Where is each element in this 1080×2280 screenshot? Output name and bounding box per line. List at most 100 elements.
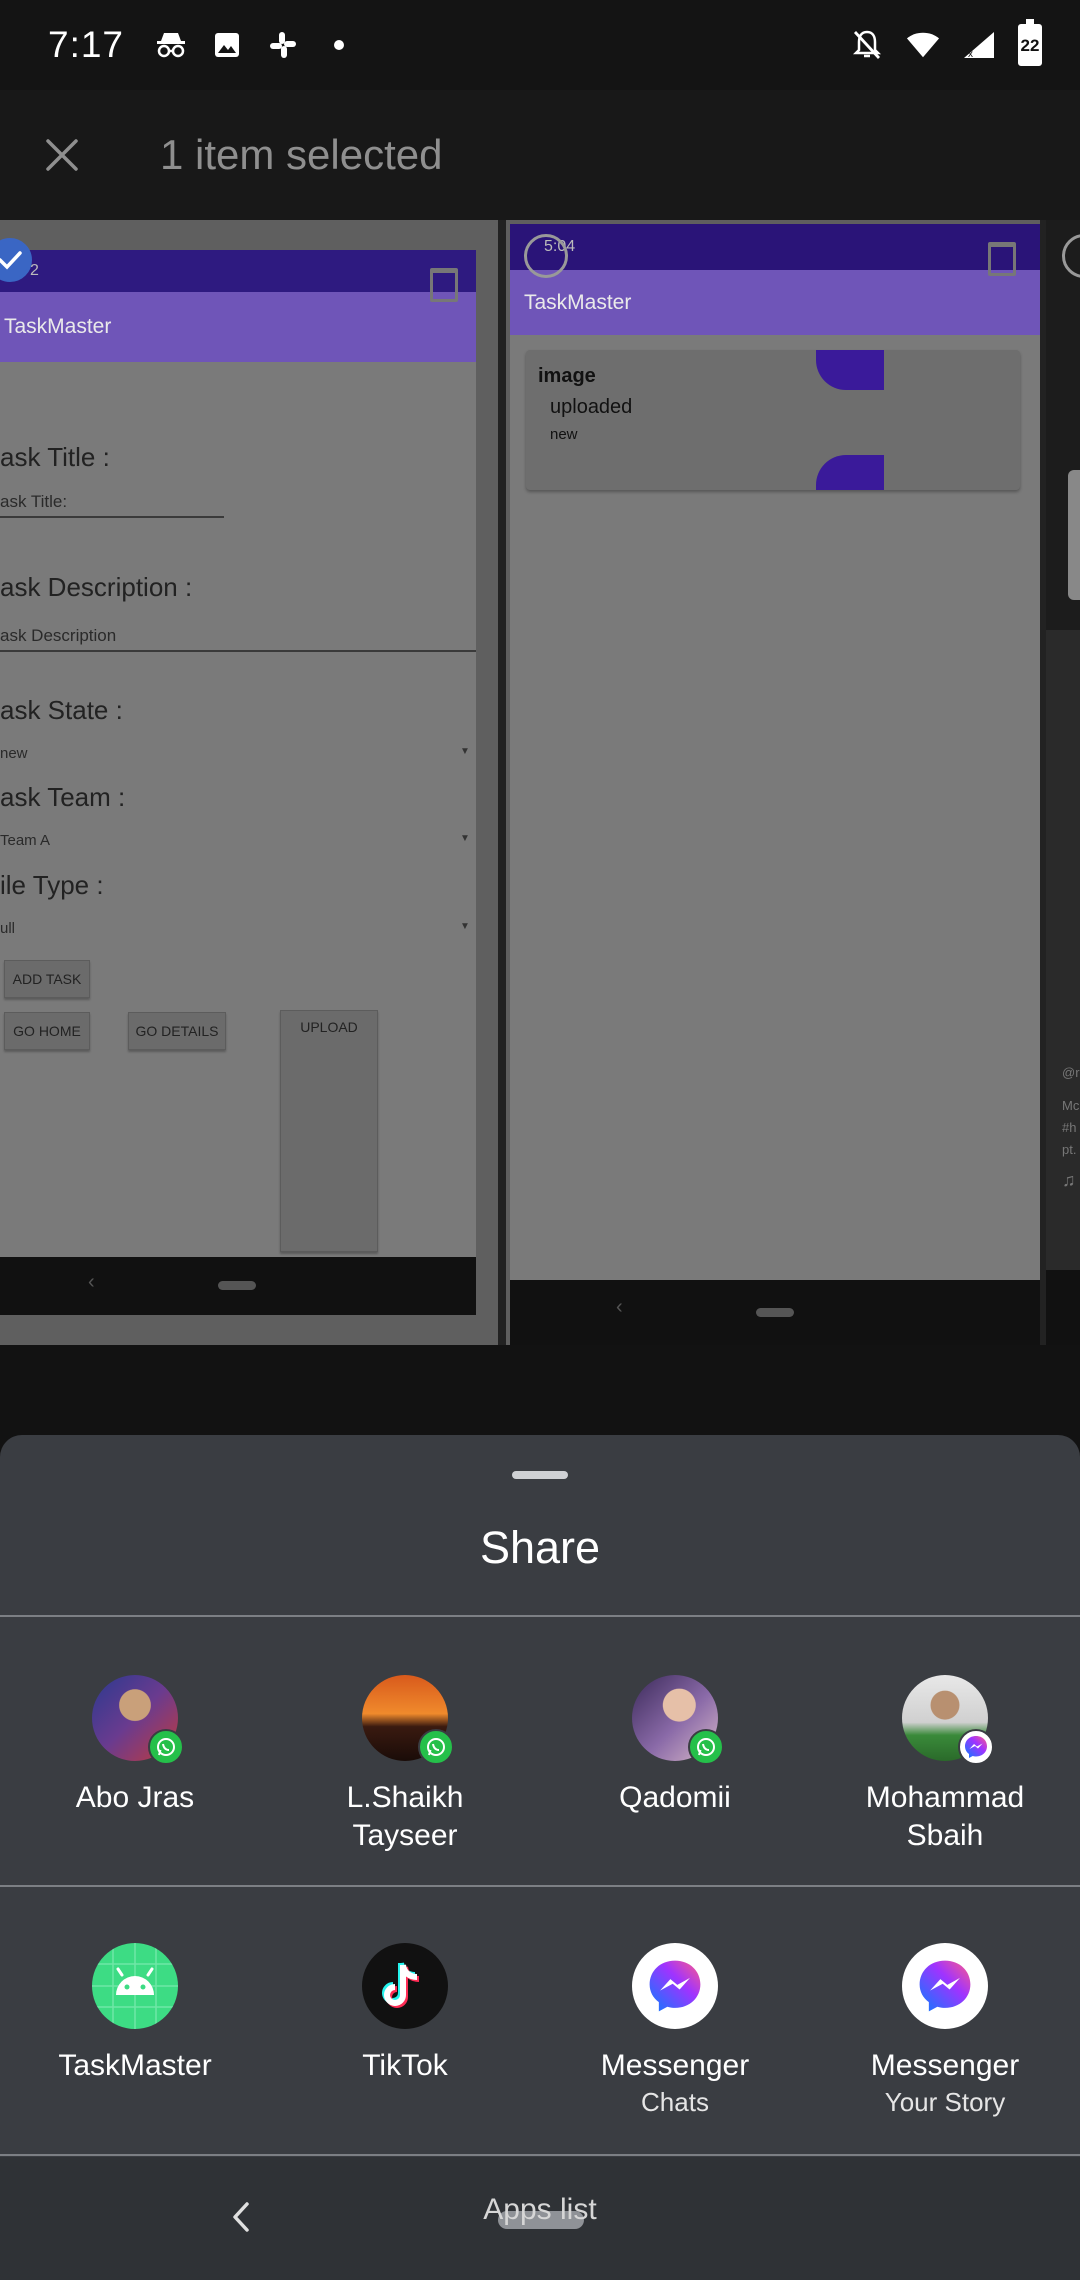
task-title-underline: [0, 516, 224, 518]
share-target-name: Mohammad Sbaih: [810, 1779, 1080, 1855]
status-time: 7:17: [48, 24, 125, 65]
card-status: uploaded: [550, 396, 633, 418]
divider: [0, 1615, 1080, 1617]
file-type-dropdown-icon: ▼: [460, 921, 470, 932]
share-target-qadomii[interactable]: Qadomii: [540, 1675, 810, 1817]
peek-music-icon: ♫: [1062, 1170, 1076, 1190]
share-target-mohammad-sbaih[interactable]: Mohammad Sbaih: [810, 1675, 1080, 1855]
status-bar: 7:17 x 22: [0, 0, 1080, 90]
task-state-dropdown-icon: ▼: [460, 746, 470, 757]
card-thumbnail-bottom: [816, 455, 884, 490]
share-app-subtitle: Chats: [641, 2087, 709, 2117]
add-task-button: ADD TASK: [4, 960, 90, 998]
mini-status-bar: 2: [0, 250, 476, 292]
card-state: new: [550, 426, 578, 443]
peek-text-1: @r: [1062, 1065, 1080, 1080]
task-title-label: ask Title :: [0, 442, 110, 472]
share-target-name: Qadomii: [619, 1781, 731, 1814]
share-target-abo-jras[interactable]: Abo Jras: [0, 1675, 270, 1817]
share-app-name: TaskMaster: [58, 2049, 212, 2082]
selection-toolbar: 1 item selected: [0, 90, 1080, 220]
avatar: [92, 1675, 184, 1765]
file-type-value: ull: [0, 920, 16, 937]
tiktok-icon: [362, 1943, 448, 2029]
screenshot-gallery[interactable]: 2 TaskMaster ask Title : ask Title: ask …: [0, 220, 1080, 1345]
screenshot-thumbnail-3[interactable]: @r Mc #h pt. ♫: [1046, 220, 1080, 1345]
battery-level: 22: [1020, 36, 1040, 55]
task-description-underline: [0, 650, 476, 652]
svg-text:x: x: [968, 49, 973, 60]
share-target-name-line2: Sbaih: [906, 1819, 984, 1852]
card-thumbnail-top: [816, 350, 884, 390]
task-state-value: new: [0, 745, 28, 762]
share-target-name: Abo Jras: [75, 1781, 195, 1814]
signal-icon: x: [962, 28, 996, 62]
share-app-name: TikTok: [362, 2049, 448, 2082]
share-app-messenger-your-story[interactable]: Messenger Your Story: [810, 1943, 1080, 2119]
messenger-icon: [902, 1943, 988, 2029]
share-target-name: L.Shaikh Tayseer: [270, 1779, 540, 1855]
whatsapp-icon: [148, 1729, 184, 1765]
peek-text-3: #h: [1062, 1120, 1077, 1135]
android-icon: [92, 1943, 178, 2029]
messenger-icon: [632, 1943, 718, 2029]
avatar: [362, 1675, 454, 1765]
battery-icon: 22: [1018, 19, 1042, 66]
peek-text-4: pt.: [1062, 1142, 1077, 1157]
navigation-bar: Apps list: [0, 2157, 1080, 2280]
share-target-l-shaikh-tayseer[interactable]: L.Shaikh Tayseer: [270, 1675, 540, 1855]
task-team-dropdown-icon: ▼: [460, 833, 470, 844]
share-sheet: Share Abo Jras L.Shaikh Tayseer Qadomii …: [0, 1435, 1080, 2157]
screenshot-thumbnail-2[interactable]: 5:04 TaskMaster image uploaded new ‹: [506, 220, 1040, 1345]
go-details-button: GO DETAILS: [128, 1012, 226, 1050]
mini-app-title: TaskMaster: [524, 290, 632, 314]
share-app-messenger-chats[interactable]: Messenger Chats: [540, 1943, 810, 2119]
share-app-subtitle: Your Story: [884, 2087, 1006, 2117]
peek-card: [1068, 470, 1080, 600]
task-description-label: ask Description :: [0, 572, 193, 602]
peek-text-2: Mc: [1062, 1098, 1080, 1113]
sheet-drag-handle[interactable]: [512, 1471, 568, 1479]
avatar: [632, 1675, 724, 1765]
share-title: Share: [479, 1522, 601, 1573]
mini-app-bar: TaskMaster: [510, 270, 1040, 335]
dot-icon: [322, 28, 356, 62]
unselected-check-icon[interactable]: [524, 234, 568, 278]
mini-nav-bar: ‹: [510, 1280, 1040, 1345]
go-home-button: GO HOME: [4, 1012, 90, 1050]
selection-count-title: 1 item selected: [160, 131, 443, 178]
share-target-name-line1: L.Shaikh: [346, 1781, 464, 1814]
share-app-tiktok[interactable]: TikTok: [270, 1943, 540, 2085]
divider: [0, 2154, 1080, 2156]
slack-icon: [266, 28, 300, 62]
apps-list-hint: Apps list: [483, 2193, 597, 2226]
avatar: [902, 1675, 994, 1765]
task-team-label: ask Team :: [0, 782, 126, 812]
image-icon: [210, 28, 244, 62]
status-system-icons: x 22: [850, 19, 1042, 66]
mini-app-bar: TaskMaster: [0, 292, 476, 362]
share-app-name: Messenger: [870, 2049, 1020, 2082]
share-target-name-line1: Mohammad: [865, 1781, 1025, 1814]
task-card: image uploaded new: [526, 350, 1020, 490]
wifi-icon: [906, 28, 940, 62]
task-state-label: ask State :: [0, 695, 123, 725]
close-icon[interactable]: [32, 125, 92, 185]
mini-nav-bar: ‹: [0, 1257, 476, 1315]
incognito-icon: [154, 28, 188, 62]
card-title: image: [538, 365, 596, 387]
notifications-off-icon: [850, 28, 884, 62]
share-app-name: Messenger: [600, 2049, 750, 2082]
mini-app-title: TaskMaster: [4, 315, 112, 338]
task-description-hint: ask Description: [0, 626, 117, 645]
back-chevron-icon[interactable]: [215, 2187, 265, 2247]
screenshot-thumbnail-1[interactable]: 2 TaskMaster ask Title : ask Title: ask …: [0, 220, 498, 1345]
share-target-name-line2: Tayseer: [352, 1819, 458, 1852]
messenger-icon: [958, 1729, 994, 1765]
whatsapp-icon: [418, 1729, 454, 1765]
divider: [0, 1885, 1080, 1887]
mini-status-bar: 5:04: [510, 224, 1040, 270]
task-team-value: Team A: [0, 832, 51, 849]
trash-icon: [430, 268, 458, 302]
share-app-taskmaster[interactable]: TaskMaster: [0, 1943, 270, 2085]
